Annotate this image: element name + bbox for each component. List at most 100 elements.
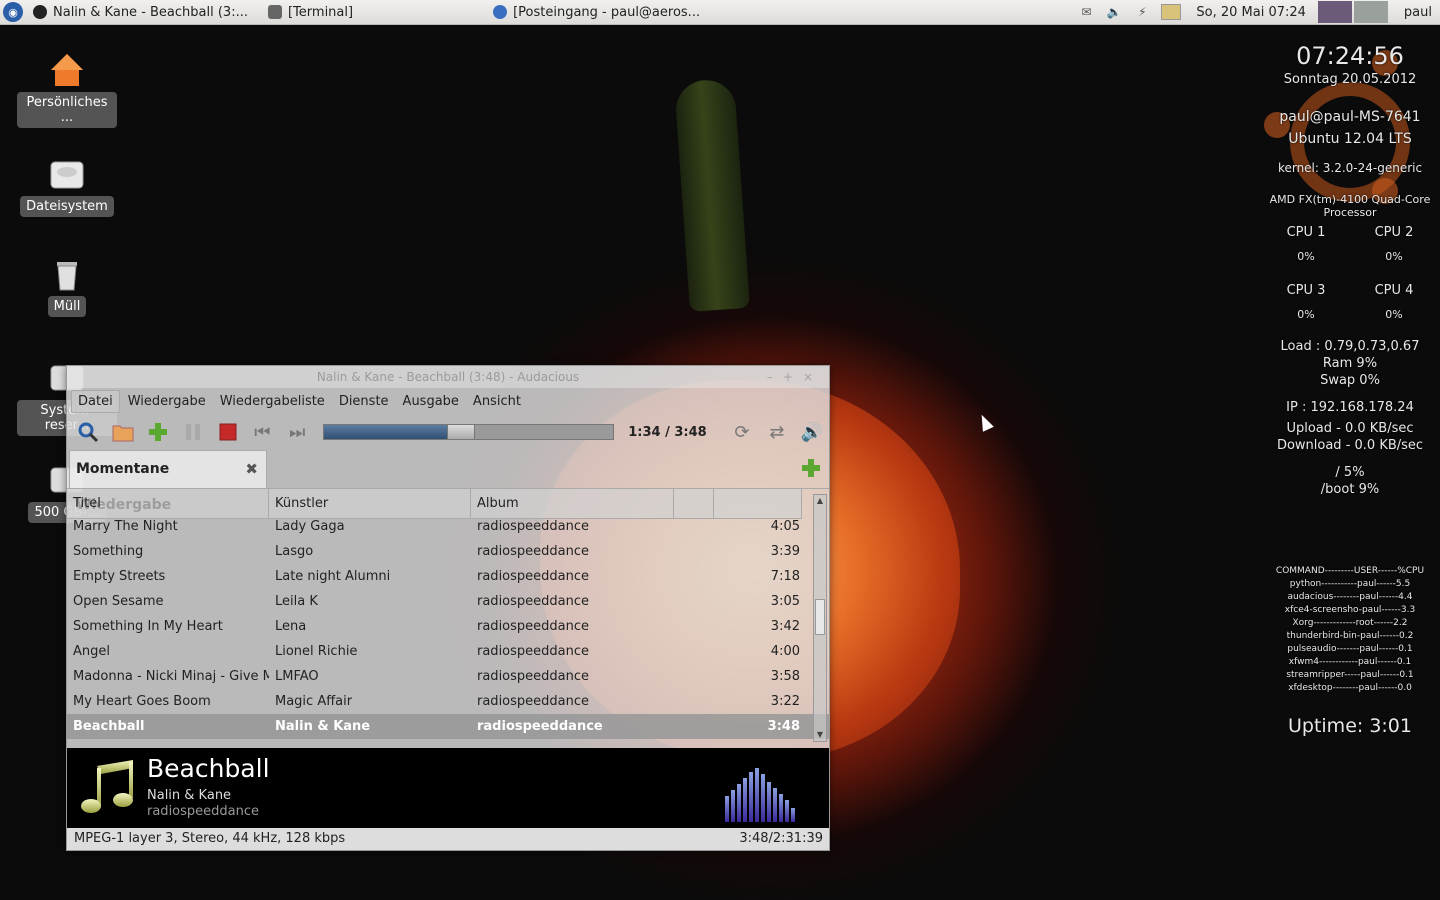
- seek-handle[interactable]: [446, 424, 475, 440]
- conky-cpu-grid: CPU 1 CPU 2 0% 0% CPU 3 CPU 4 0% 0%: [1262, 219, 1438, 335]
- window-controls[interactable]: –+×: [767, 366, 823, 388]
- table-row[interactable]: My Heart Goes Boom Magic Affair radiospe…: [67, 689, 829, 714]
- row-title: Madonna - Nicki Minaj - Give M...: [73, 669, 269, 684]
- volume-icon[interactable]: 🔊: [800, 420, 823, 444]
- shuffle-icon[interactable]: ⇄: [765, 420, 788, 444]
- menu-ansicht[interactable]: Ansicht: [467, 391, 527, 412]
- workspace-1[interactable]: [1317, 1, 1352, 23]
- row-title: Empty Streets: [73, 569, 166, 584]
- previous-icon[interactable]: ⏮: [251, 420, 274, 444]
- taskbar-label: [Posteingang - paul@aeros...: [513, 4, 701, 20]
- table-row-playing[interactable]: Beachball Nalin & Kane radiospeeddance 3…: [67, 714, 829, 739]
- desktop-icon-filesystem[interactable]: Dateisystem: [17, 156, 117, 217]
- workspace-2[interactable]: [1353, 1, 1388, 23]
- playlist-scrollbar[interactable]: ▲ ▼: [813, 494, 827, 742]
- row-length: 3:39: [770, 544, 800, 559]
- column-album[interactable]: Album: [471, 489, 674, 519]
- table-row[interactable]: Something Lasgo radiospeeddance 3:39: [67, 539, 829, 564]
- wallpaper-stem: [674, 78, 750, 312]
- row-album: radiospeeddance: [477, 644, 590, 659]
- taskbar-item-thunderbird[interactable]: [Posteingang - paul@aeros...: [483, 0, 710, 24]
- taskbar-label: [Terminal]: [287, 4, 354, 20]
- pause-icon[interactable]: [181, 420, 204, 444]
- seek-slider[interactable]: [322, 424, 615, 440]
- add-icon[interactable]: [147, 420, 170, 444]
- column-track[interactable]: [674, 489, 714, 519]
- panel-user[interactable]: paul: [1388, 5, 1440, 20]
- conky-processor: AMD FX(tm)-4100 Quad-Core Processor: [1269, 193, 1431, 219]
- menu-dienste[interactable]: Dienste: [333, 391, 395, 412]
- scroll-up-icon[interactable]: ▲: [814, 495, 826, 507]
- row-length: 3:42: [770, 619, 800, 634]
- conky-os: Ubuntu 12.04 LTS: [1288, 131, 1412, 147]
- search-icon[interactable]: [77, 420, 100, 444]
- row-track: [674, 689, 714, 714]
- row-title: Beachball: [73, 719, 145, 734]
- mouse-cursor-icon: [976, 412, 994, 432]
- add-playlist-icon[interactable]: [801, 458, 821, 478]
- menu-wiedergabe[interactable]: Wiedergabe: [122, 391, 212, 412]
- conky-proc: python-----------paul------5.5: [1289, 579, 1411, 589]
- row-artist: Magic Affair: [275, 694, 353, 709]
- row-title: Marry The Night: [73, 519, 178, 534]
- table-row[interactable]: Madonna - Nicki Minaj - Give M... LMFAO …: [67, 664, 829, 689]
- next-icon[interactable]: ⏭: [286, 420, 309, 444]
- column-artist[interactable]: Künstler: [269, 489, 471, 519]
- row-artist: Nalin & Kane: [275, 719, 371, 734]
- table-row[interactable]: Empty Streets Late night Alumni radiospe…: [67, 564, 829, 589]
- top-panel: ◉ Nalin & Kane - Beachball (3:... [Termi…: [0, 0, 1440, 25]
- column-title[interactable]: Titel: [67, 489, 269, 519]
- row-length: 3:48: [767, 719, 800, 734]
- row-artist: Late night Alumni: [275, 569, 391, 584]
- table-row[interactable]: Marry The Night Lady Gaga radiospeeddanc…: [67, 519, 829, 539]
- menu-ausgabe[interactable]: Ausgabe: [397, 391, 465, 412]
- stop-icon[interactable]: [216, 420, 239, 444]
- menu-wiedergabeliste[interactable]: Wiedergabeliste: [214, 391, 331, 412]
- open-folder-icon[interactable]: [112, 420, 135, 444]
- toolbar: ⏮ ⏭ 1:34 / 3:48 ⟳ ⇄ 🔊: [67, 414, 829, 450]
- menu-datei[interactable]: Datei: [71, 389, 120, 413]
- row-artist: Lady Gaga: [275, 519, 345, 534]
- row-length: 4:00: [770, 644, 800, 659]
- scroll-down-icon[interactable]: ▼: [814, 729, 826, 741]
- panel-clock[interactable]: So, 20 Mai 07:24: [1186, 5, 1316, 20]
- conky-disk-boot: /boot 9%: [1320, 482, 1380, 497]
- conky-swap: Swap 0%: [1320, 373, 1380, 388]
- mail-icon[interactable]: ✉: [1077, 5, 1095, 19]
- table-row[interactable]: Something In My Heart Lena radiospeeddan…: [67, 614, 829, 639]
- close-icon[interactable]: ✖: [245, 451, 258, 487]
- desktop-icon-home[interactable]: Persönliches ...: [17, 52, 117, 128]
- cpu-value: 0%: [1297, 308, 1315, 321]
- row-artist: Lena: [275, 619, 307, 634]
- table-row[interactable]: Angel Lionel Richie radiospeeddance 4:00: [67, 639, 829, 664]
- applications-menu-icon[interactable]: ◉: [3, 2, 23, 22]
- now-playing-title: Beachball: [147, 754, 270, 783]
- row-length: 3:05: [770, 594, 800, 609]
- column-length[interactable]: [714, 489, 802, 519]
- taskbar-item-audacious[interactable]: Nalin & Kane - Beachball (3:...: [23, 0, 258, 24]
- taskbar-item-terminal[interactable]: [Terminal]: [258, 0, 363, 24]
- row-album: radiospeeddance: [477, 669, 590, 684]
- drive-icon: [49, 156, 85, 192]
- conky-proc: streamripper-----paul------0.1: [1286, 670, 1414, 680]
- table-row[interactable]: Open Sesame Leila K radiospeeddance 3:05: [67, 589, 829, 614]
- desktop-icon-label: Müll: [47, 296, 87, 317]
- update-icon[interactable]: [1161, 4, 1182, 20]
- desktop-icon-trash[interactable]: Müll: [17, 256, 117, 317]
- stream-info: MPEG-1 layer 3, Stereo, 44 kHz, 128 kbps: [74, 831, 346, 846]
- row-length: 4:05: [770, 519, 800, 534]
- scrollbar-thumb[interactable]: [815, 599, 825, 635]
- volume-icon[interactable]: 🔈: [1105, 5, 1123, 19]
- tab-now-playing[interactable]: Momentane Wiedergabe ✖: [69, 450, 267, 513]
- repeat-icon[interactable]: ⟳: [731, 420, 754, 444]
- window-titlebar[interactable]: Nalin & Kane - Beachball (3:48) - Audaci…: [67, 366, 829, 388]
- cpu-name: CPU 3: [1286, 283, 1326, 298]
- network-icon[interactable]: ⚡: [1133, 5, 1151, 19]
- visualizer: [725, 766, 797, 822]
- conky-proc: xfdesktop--------paul------0.0: [1288, 683, 1412, 693]
- row-length: 3:22: [770, 694, 800, 709]
- playlist-duration: 3:48/2:31:39: [739, 831, 823, 846]
- thunderbird-icon: [493, 5, 508, 19]
- audacious-window[interactable]: Nalin & Kane - Beachball (3:48) - Audaci…: [66, 365, 830, 851]
- row-album: radiospeeddance: [477, 619, 590, 634]
